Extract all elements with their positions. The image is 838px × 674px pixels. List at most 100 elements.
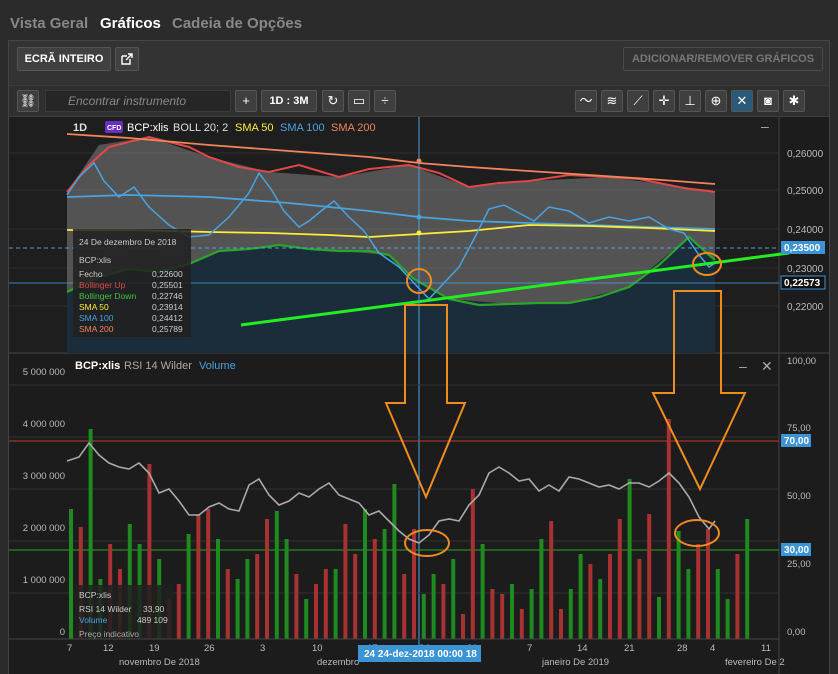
volume-bar (725, 599, 730, 639)
chart-area[interactable]: 0,26000 0,25000 0,24000 0,23000 0,22000 … (9, 117, 829, 674)
tooltip-label: Fecho (79, 269, 103, 279)
highlight-circle (404, 529, 450, 557)
layout-icon[interactable]: ▭ (348, 90, 370, 112)
volume-bar (608, 554, 612, 639)
day-tick-label: 4 (710, 643, 715, 654)
volume-bar (343, 524, 348, 639)
price-axis-tick: 0,23000 (787, 264, 824, 275)
volume-bar (745, 519, 750, 639)
tooltip-label: SMA 100 (79, 313, 114, 323)
link-icon[interactable]: ⛓ (17, 90, 39, 112)
legend-boll: BOLL 20; 2 (173, 122, 228, 134)
tooltip-value: 0,24412 (152, 313, 183, 323)
crosshair-icon[interactable]: ✛ (653, 90, 675, 112)
compare-icon[interactable]: ÷ (374, 90, 396, 112)
add-remove-charts-button[interactable]: ADICIONAR/REMOVER GRÁFICOS (623, 47, 823, 71)
period-selector[interactable]: 1D : 3M (261, 90, 317, 112)
month-label: dezembro (317, 657, 359, 668)
tab-options-chain[interactable]: Cadeia de Opções (172, 15, 302, 32)
volume-bar (206, 509, 211, 639)
tab-charts[interactable]: Gráficos (100, 15, 161, 32)
fibonacci-icon[interactable]: ⊥ (679, 90, 701, 112)
rsi-axis-tick: 50,00 (787, 491, 811, 502)
trendline-icon[interactable]: ⟋ (627, 90, 649, 112)
period-label: 1D (73, 122, 87, 134)
volume-bar (176, 584, 181, 639)
volume-bar (559, 609, 563, 639)
volume-bar (421, 594, 426, 639)
volume-bar (265, 519, 269, 639)
day-tick-label: 7 (67, 643, 72, 654)
volume-bar (480, 544, 485, 639)
volume-bar (657, 597, 661, 639)
volume-bar (372, 539, 377, 639)
volume-bar (69, 509, 73, 639)
indicator-icon[interactable]: ≋ (601, 90, 623, 112)
rsi-tag-70: 70,00 (784, 436, 809, 447)
volume-bar (382, 529, 387, 639)
tooltip-note: Preço indicativo (79, 629, 139, 639)
volume-bar (245, 559, 250, 639)
chart-frame: ECRÃ INTEIRO ADICIONAR/REMOVER GRÁFICOS … (8, 40, 830, 674)
volume-bar (461, 614, 465, 639)
close-icon[interactable]: ✕ (761, 358, 773, 374)
legend-rsi: RSI 14 Wilder (124, 360, 192, 372)
rsi-axis-tick: 75,00 (787, 423, 811, 434)
highlight-circle (674, 519, 720, 547)
day-tick-label: 19 (149, 643, 160, 654)
volume-bar (549, 521, 554, 639)
fit-icon[interactable]: ✕ (731, 90, 753, 112)
tooltip-value: 489 109 (137, 615, 168, 625)
volume-bar (666, 419, 671, 639)
rsi-axis-tick: 0,00 (787, 627, 806, 638)
tooltip-value: 0,25501 (152, 280, 183, 290)
tooltip-label: Volume (79, 615, 108, 625)
camera-icon[interactable]: ◙ (757, 90, 779, 112)
search-input[interactable]: Encontrar instrumento (45, 90, 231, 112)
volume-bar (696, 544, 701, 639)
volume-bar (451, 559, 456, 639)
legend-sma50: SMA 50 (235, 122, 274, 134)
volume-bar (402, 574, 407, 639)
volume-bar (216, 539, 220, 639)
price-axis-tick: 0,22000 (787, 302, 824, 313)
fullscreen-button[interactable]: ECRÃ INTEIRO (17, 47, 111, 71)
day-tick-label: 11 (761, 643, 771, 654)
tooltip-value: 0,23914 (152, 302, 183, 312)
tooltip-label: Bollinger Down (79, 291, 136, 301)
add-icon[interactable]: + (235, 90, 257, 112)
volume-bar (500, 594, 505, 639)
legend-volume: Volume (199, 360, 236, 372)
minimize-icon[interactable]: – (761, 118, 769, 134)
volume-bar (676, 531, 681, 639)
line-chart-icon[interactable]: 〜 (575, 90, 597, 112)
top-navigation: Vista Geral Gráficos Cadeia de Opções (0, 0, 838, 40)
volume-bar (490, 589, 495, 639)
tooltip-label: SMA 50 (79, 302, 109, 312)
price-tag-crosshair: 0,22573 (784, 278, 821, 289)
tooltip-value: 0,22746 (152, 291, 183, 301)
volume-bar (274, 511, 279, 639)
volume-symbol: BCP:xlis (75, 360, 120, 372)
day-tick-label: 10 (312, 643, 323, 654)
volume-bar (284, 539, 289, 639)
volume-bar (735, 554, 740, 639)
volume-axis-tick: 1 000 000 (23, 575, 65, 586)
volume-bar (647, 514, 652, 639)
volume-bar (294, 574, 299, 639)
volume-bar (323, 569, 328, 639)
rsi-axis-tick: 100,00 (787, 356, 816, 367)
volume-bar (333, 569, 338, 639)
volume-bar (539, 539, 544, 639)
volume-bar (715, 569, 720, 639)
volume-bar (529, 589, 534, 639)
tab-overview[interactable]: Vista Geral (10, 15, 88, 32)
cfd-badge-label: CFD (107, 125, 121, 132)
minimize-icon[interactable]: – (739, 358, 747, 374)
popout-button[interactable] (115, 47, 139, 71)
tooltip-label: Bollinger Up (79, 280, 126, 290)
volume-bar (196, 514, 201, 639)
gear-icon[interactable]: ✱ (783, 90, 805, 112)
refresh-icon[interactable]: ↻ (322, 90, 344, 112)
zoom-icon[interactable]: ⊕ (705, 90, 727, 112)
